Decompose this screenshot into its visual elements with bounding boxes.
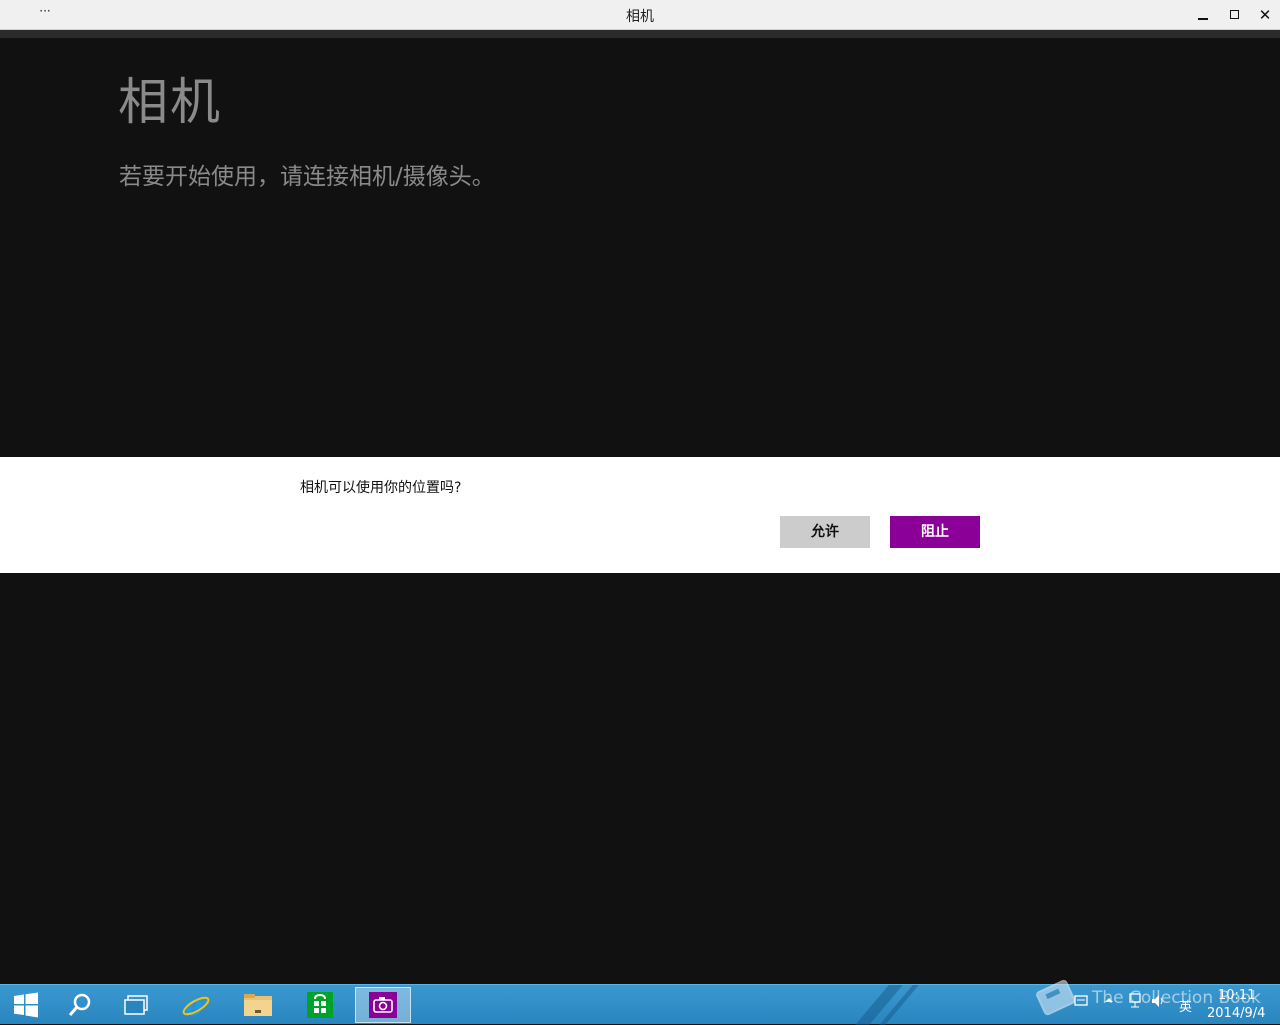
ie-icon: e	[182, 989, 210, 1021]
taskbar-file-explorer[interactable]	[232, 987, 284, 1023]
app-heading: 相机	[118, 73, 222, 131]
show-hidden-icons-button[interactable]	[1104, 994, 1114, 1008]
search-button[interactable]	[54, 987, 106, 1023]
connect-camera-message: 若要开始使用，请连接相机/摄像头。	[119, 164, 495, 190]
restore-icon	[1229, 10, 1239, 19]
action-center-icon[interactable]	[1074, 995, 1088, 1010]
task-view-button[interactable]	[110, 987, 162, 1023]
allow-button[interactable]: 允许	[780, 516, 870, 548]
location-permission-dialog: 相机可以使用你的位置吗? 允许 阻止	[0, 457, 1280, 573]
store-icon	[307, 992, 333, 1018]
taskbar-camera[interactable]	[355, 987, 411, 1023]
dialog-question: 相机可以使用你的位置吗?	[300, 480, 462, 496]
message-icon	[1074, 995, 1088, 1006]
search-icon	[68, 993, 91, 1016]
minimize-icon	[1198, 18, 1208, 20]
folder-icon	[244, 994, 272, 1016]
network-icon	[1129, 993, 1141, 1008]
clock-date[interactable]: 2014/9/4	[1207, 1006, 1265, 1021]
windows-logo-icon	[14, 992, 38, 1018]
block-button[interactable]: 阻止	[890, 516, 980, 548]
taskbar-store[interactable]	[294, 987, 346, 1023]
input-method-indicator[interactable]: 英	[1179, 996, 1192, 1015]
window-title: 相机	[626, 9, 654, 25]
taskbar-internet-explorer[interactable]: e	[170, 987, 222, 1023]
taskbar: e The Collection Book 英 10:11 2014/9/4	[0, 979, 1280, 1025]
volume-icon[interactable]	[1150, 993, 1166, 1012]
speaker-icon	[1152, 995, 1163, 1007]
start-button[interactable]	[0, 987, 52, 1023]
minimize-button[interactable]	[1192, 6, 1214, 26]
task-view-icon	[124, 995, 148, 1015]
close-button[interactable]: ✕	[1254, 6, 1276, 26]
app-top-strip	[0, 30, 1280, 38]
title-bar: ··· 相机 ✕	[0, 0, 1280, 30]
clock-time[interactable]: 10:11	[1218, 988, 1255, 1003]
restore-button[interactable]	[1223, 6, 1245, 26]
chevron-up-icon	[1105, 998, 1113, 1002]
network-icon[interactable]	[1128, 993, 1142, 1012]
camera-icon	[369, 992, 397, 1018]
